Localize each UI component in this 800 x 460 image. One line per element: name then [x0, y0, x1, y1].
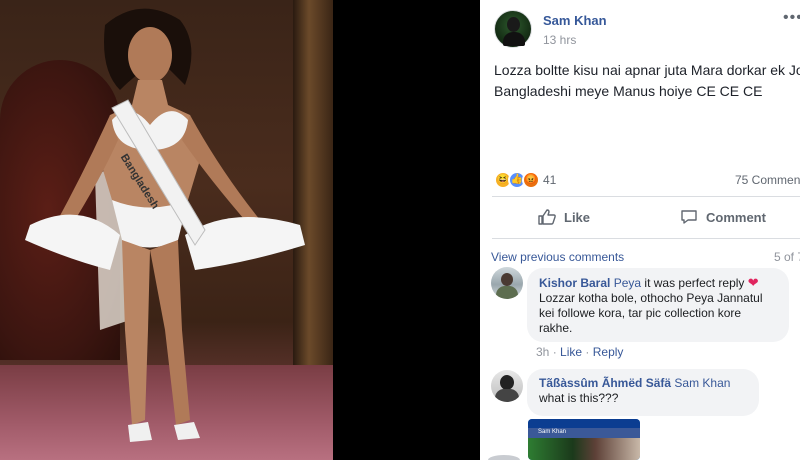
heart-icon: ❤: [747, 275, 759, 290]
comment-text: what is this???: [539, 391, 619, 405]
angry-icon: 😡: [522, 171, 540, 189]
view-previous-comments-link[interactable]: View previous comments: [491, 250, 624, 264]
commenter-name[interactable]: Tãßàssûm Ãhmëd Säfä: [539, 376, 671, 390]
model-figure: [25, 8, 305, 442]
comment-meta: 3h · Like · Reply: [536, 345, 624, 359]
post-panel: Sam Khan 13 hrs ••• Lozza boltte kisu na…: [480, 0, 800, 460]
photo-theater-background: [333, 0, 480, 460]
comment-time[interactable]: 3h: [536, 345, 549, 359]
reaction-count[interactable]: 41: [543, 173, 556, 187]
comment-icon: [681, 210, 697, 224]
comment-text-lead: it was perfect reply: [641, 276, 748, 290]
divider: [492, 196, 800, 197]
like-button[interactable]: Like: [538, 206, 590, 228]
like-button-label: Like: [564, 209, 591, 225]
commenter-avatar[interactable]: [491, 370, 523, 402]
comment-bubble: Tãßàssûm Ãhmëd Säfä Sam Khan what is thi…: [527, 369, 759, 416]
comment-bubble: Kishor Baral Peya it was perfect reply ❤…: [527, 268, 789, 342]
post-text-line-1: Lozza boltte kisu nai apnar juta Mara do…: [494, 62, 800, 78]
comment-page-count: 5 of 75: [774, 250, 800, 264]
post-timestamp[interactable]: 13 hrs: [543, 33, 576, 47]
more-options-icon[interactable]: •••: [783, 9, 800, 27]
post-photo[interactable]: Bangladesh: [0, 0, 333, 460]
comment-count[interactable]: 75 Comments: [735, 173, 800, 187]
divider: [492, 238, 800, 239]
post-text: Lozza boltte kisu nai apnar juta Mara do…: [494, 60, 800, 102]
comment-like-link[interactable]: Like: [560, 345, 582, 359]
comment-button-label: Comment: [706, 209, 766, 225]
commenter-avatar[interactable]: [491, 267, 523, 299]
mention-tag[interactable]: Sam Khan: [674, 376, 730, 390]
author-name[interactable]: Sam Khan: [543, 13, 607, 28]
comment-image-attachment[interactable]: Sam Khan: [528, 419, 640, 460]
comment-text: Lozzar kotha bole, othocho Peya Jannatul…: [539, 291, 763, 335]
next-commenter-avatar[interactable]: [488, 455, 520, 460]
comment-reply-link[interactable]: Reply: [593, 345, 624, 359]
mention-tag[interactable]: Peya: [614, 276, 641, 290]
comment-button[interactable]: Comment: [680, 206, 766, 228]
author-avatar[interactable]: [494, 10, 532, 48]
thumbs-up-icon: [538, 209, 556, 225]
attachment-title: Sam Khan: [538, 429, 567, 435]
post-text-line-2: Bangladeshi meye Manus hoiye CE CE CE: [494, 83, 763, 99]
commenter-name[interactable]: Kishor Baral: [539, 276, 610, 290]
